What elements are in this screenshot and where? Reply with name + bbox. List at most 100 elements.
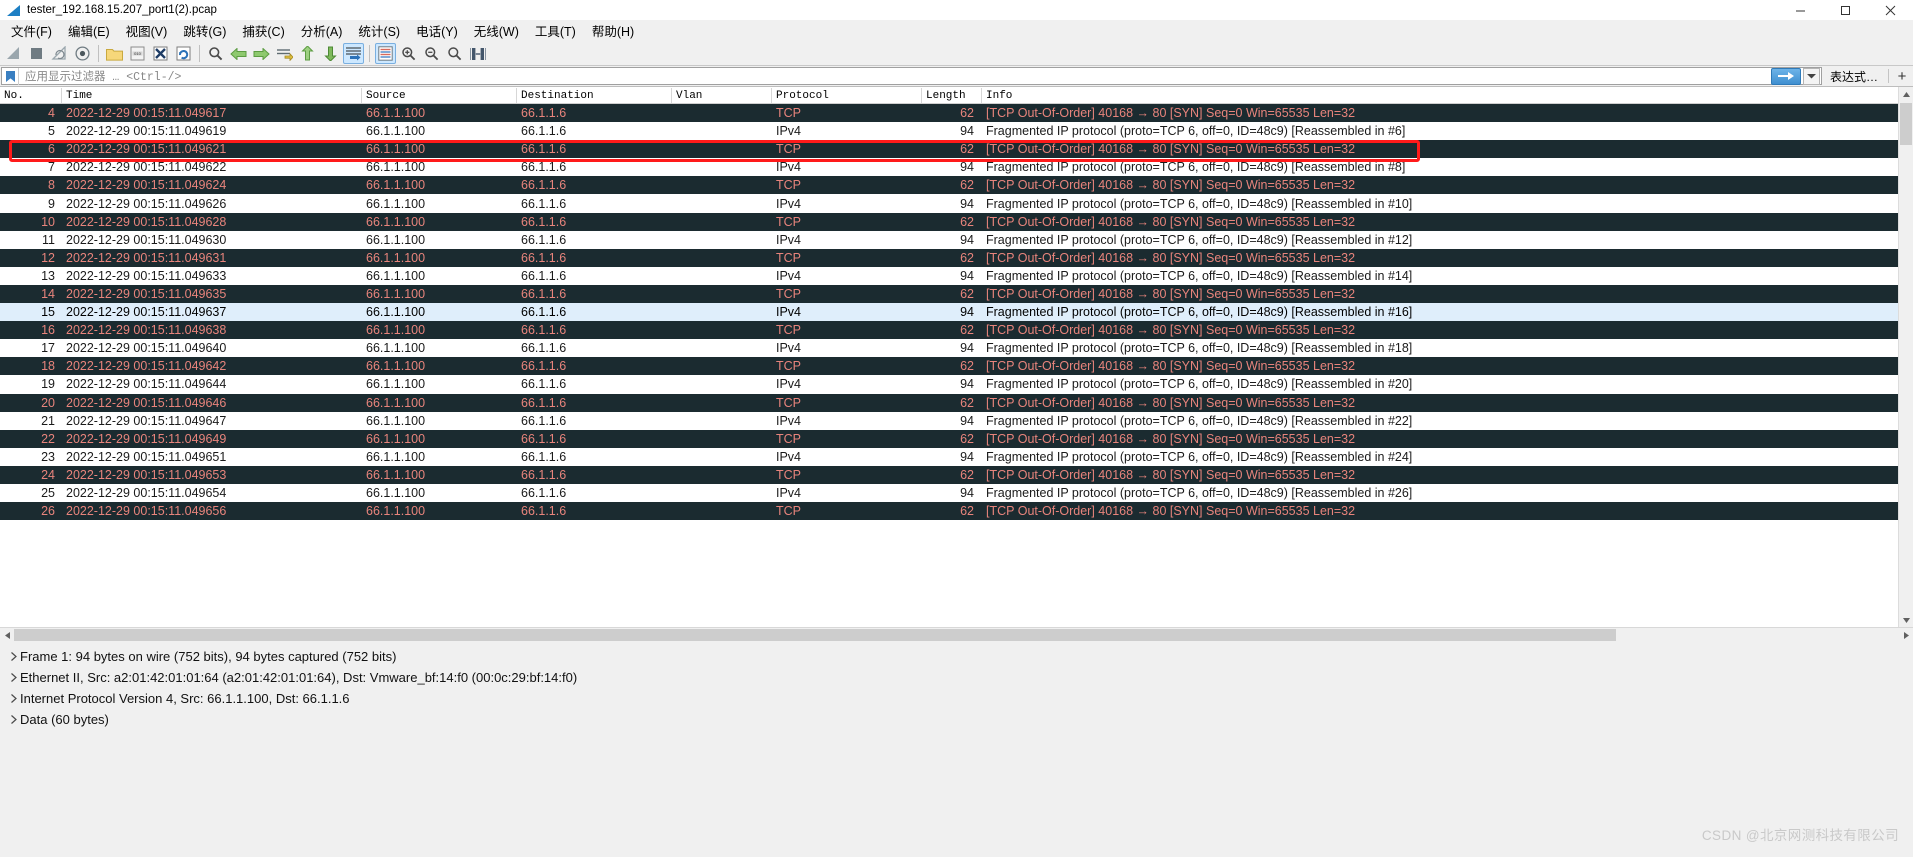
menu-edit[interactable]: 编辑(E) <box>60 19 118 42</box>
table-row[interactable]: 11 2022-12-29 00:15:11.049630 66.1.1.100 66… <box>0 230 1913 249</box>
scroll-up-arrow-icon[interactable] <box>1899 87 1913 101</box>
column-time[interactable]: Time <box>62 88 362 103</box>
table-row[interactable]: 22 2022-12-29 00:15:11.049649 66.1.1.100 66… <box>0 429 1913 448</box>
maximize-button[interactable] <box>1823 0 1868 20</box>
detail-ipv4[interactable]: Internet Protocol Version 4, Src: 66.1.1… <box>0 688 1913 709</box>
table-row[interactable]: 8 2022-12-29 00:15:11.049624 66.1.1.100 66.… <box>0 176 1913 195</box>
table-row[interactable]: 4 2022-12-29 00:15:11.049617 66.1.1.100 66.… <box>0 104 1913 123</box>
scroll-down-arrow-icon[interactable] <box>1899 613 1913 627</box>
detail-data[interactable]: Data (60 bytes) <box>0 709 1913 730</box>
save-file-icon[interactable]: 010 <box>127 43 148 64</box>
menu-statistics[interactable]: 统计(S) <box>350 19 408 42</box>
column-length[interactable]: Length <box>922 88 982 103</box>
detail-frame[interactable]: Frame 1: 94 bytes on wire (752 bits), 94… <box>0 646 1913 667</box>
go-forward-icon[interactable] <box>251 43 272 64</box>
column-no[interactable]: No. <box>0 88 62 103</box>
cell-info: [TCP Out-Of-Order] 40168 → 80 [SYN] Seq=… <box>986 106 1356 121</box>
apply-arrow-icon[interactable] <box>1770 67 1801 85</box>
horizontal-scroll-track[interactable] <box>14 628 1899 642</box>
vertical-scroll-thumb[interactable] <box>1900 103 1912 145</box>
go-first-packet-icon[interactable] <box>297 43 318 64</box>
table-row[interactable]: 6 2022-12-29 00:15:11.049621 66.1.1.100 66.… <box>0 140 1913 159</box>
table-row[interactable]: 12 2022-12-29 00:15:11.049631 66.1.1.100 66… <box>0 248 1913 267</box>
chevron-right-icon[interactable] <box>6 692 20 706</box>
close-button[interactable] <box>1868 0 1913 20</box>
column-vlan[interactable]: Vlan <box>672 88 772 103</box>
bookmark-icon[interactable] <box>2 67 19 85</box>
table-row[interactable]: 15 2022-12-29 00:15:11.049637 66.1.1.100 66… <box>0 303 1913 322</box>
search-input[interactable]: 应用显示过滤器 … <Ctrl-/> <box>19 68 1771 84</box>
table-row[interactable]: 16 2022-12-29 00:15:11.049638 66.1.1.100 66… <box>0 321 1913 340</box>
cell-destination: 66.1.1.6 <box>521 431 567 446</box>
chevron-down-icon[interactable] <box>1802 67 1820 85</box>
go-last-packet-icon[interactable] <box>320 43 341 64</box>
reload-file-icon[interactable] <box>173 43 194 64</box>
table-row[interactable]: 18 2022-12-29 00:15:11.049642 66.1.1.100 66… <box>0 357 1913 376</box>
table-row[interactable]: 23 2022-12-29 00:15:11.049651 66.1.1.100 66… <box>0 447 1913 466</box>
find-packet-icon[interactable] <box>205 43 226 64</box>
table-row[interactable]: 9 2022-12-29 00:15:11.049626 66.1.1.100 66.… <box>0 194 1913 213</box>
menu-analyze[interactable]: 分析(A) <box>293 19 351 42</box>
scroll-right-arrow-icon[interactable] <box>1899 628 1913 642</box>
menu-tools[interactable]: 工具(T) <box>527 19 584 42</box>
column-source[interactable]: Source <box>362 88 517 103</box>
packet-list-vertical-scrollbar[interactable] <box>1898 87 1913 627</box>
column-protocol[interactable]: Protocol <box>772 88 922 103</box>
chevron-right-icon[interactable] <box>6 650 20 664</box>
restart-capture-icon[interactable] <box>49 43 70 64</box>
table-row[interactable]: 21 2022-12-29 00:15:11.049647 66.1.1.100 66… <box>0 411 1913 430</box>
go-back-icon[interactable] <box>228 43 249 64</box>
table-row[interactable]: 13 2022-12-29 00:15:11.049633 66.1.1.100 66… <box>0 266 1913 285</box>
table-row[interactable]: 24 2022-12-29 00:15:11.049653 66.1.1.100 66… <box>0 465 1913 484</box>
cell-protocol: IPv4 <box>776 305 802 320</box>
table-row[interactable]: 25 2022-12-29 00:15:11.049654 66.1.1.100 66… <box>0 483 1913 503</box>
cell-no: 13 <box>41 268 55 283</box>
menu-file[interactable]: 文件(F) <box>3 19 60 42</box>
column-info[interactable]: Info <box>982 88 1913 103</box>
table-row[interactable]: 26 2022-12-29 00:15:11.049656 66.1.1.100 66… <box>0 502 1913 521</box>
packet-list-horizontal-scrollbar[interactable] <box>0 627 1913 642</box>
detail-ethernet[interactable]: Ethernet II, Src: a2:01:42:01:01:64 (a2:… <box>0 667 1913 688</box>
menu-view[interactable]: 视图(V) <box>118 19 176 42</box>
cell-info: Fragmented IP protocol (proto=TCP 6, off… <box>986 377 1413 392</box>
chevron-right-icon[interactable] <box>6 713 20 727</box>
stop-capture-icon[interactable] <box>26 43 47 64</box>
filter-input-container[interactable]: 应用显示过滤器 … <Ctrl-/> <box>1 67 1822 85</box>
go-to-packet-icon[interactable] <box>274 43 295 64</box>
add-filter-button[interactable]: + <box>1891 66 1913 86</box>
auto-scroll-icon[interactable] <box>343 43 364 64</box>
cell-protocol: TCP <box>776 214 801 229</box>
minimize-button[interactable] <box>1778 0 1823 20</box>
table-row[interactable]: 10 2022-12-29 00:15:11.049628 66.1.1.100 66… <box>0 212 1913 231</box>
table-row[interactable]: 19 2022-12-29 00:15:11.049644 66.1.1.100 66… <box>0 375 1913 394</box>
cell-source: 66.1.1.100 <box>366 286 426 301</box>
table-row[interactable]: 7 2022-12-29 00:15:11.049622 66.1.1.100 66.… <box>0 158 1913 177</box>
start-capture-icon[interactable] <box>3 43 24 64</box>
table-row[interactable]: 5 2022-12-29 00:15:11.049619 66.1.1.100 66.… <box>0 122 1913 141</box>
menu-capture[interactable]: 捕获(C) <box>234 19 292 42</box>
expression-button[interactable]: 表达式… <box>1822 66 1886 86</box>
cell-destination: 66.1.1.6 <box>521 196 567 211</box>
menu-wireless[interactable]: 无线(W) <box>466 19 527 42</box>
menu-go[interactable]: 跳转(G) <box>175 19 234 42</box>
column-destination[interactable]: Destination <box>517 88 672 103</box>
cell-no: 7 <box>48 160 55 175</box>
open-file-icon[interactable] <box>104 43 125 64</box>
menu-telephony[interactable]: 电话(Y) <box>408 19 466 42</box>
cell-info: Fragmented IP protocol (proto=TCP 6, off… <box>986 305 1413 320</box>
close-file-icon[interactable] <box>150 43 171 64</box>
scroll-left-arrow-icon[interactable] <box>0 628 14 642</box>
table-row[interactable]: 20 2022-12-29 00:15:11.049646 66.1.1.100 66… <box>0 393 1913 412</box>
zoom-reset-icon[interactable] <box>444 43 465 64</box>
zoom-in-icon[interactable] <box>398 43 419 64</box>
capture-options-icon[interactable] <box>72 43 93 64</box>
zoom-out-icon[interactable] <box>421 43 442 64</box>
cell-info: Fragmented IP protocol (proto=TCP 6, off… <box>986 196 1413 211</box>
resize-columns-icon[interactable] <box>467 43 488 64</box>
table-row[interactable]: 17 2022-12-29 00:15:11.049640 66.1.1.100 66… <box>0 339 1913 358</box>
chevron-right-icon[interactable] <box>6 671 20 685</box>
horizontal-scroll-thumb[interactable] <box>14 629 1617 641</box>
table-row[interactable]: 14 2022-12-29 00:15:11.049635 66.1.1.100 66… <box>0 284 1913 304</box>
menu-help[interactable]: 帮助(H) <box>584 19 642 42</box>
colorize-packets-icon[interactable] <box>375 43 396 64</box>
